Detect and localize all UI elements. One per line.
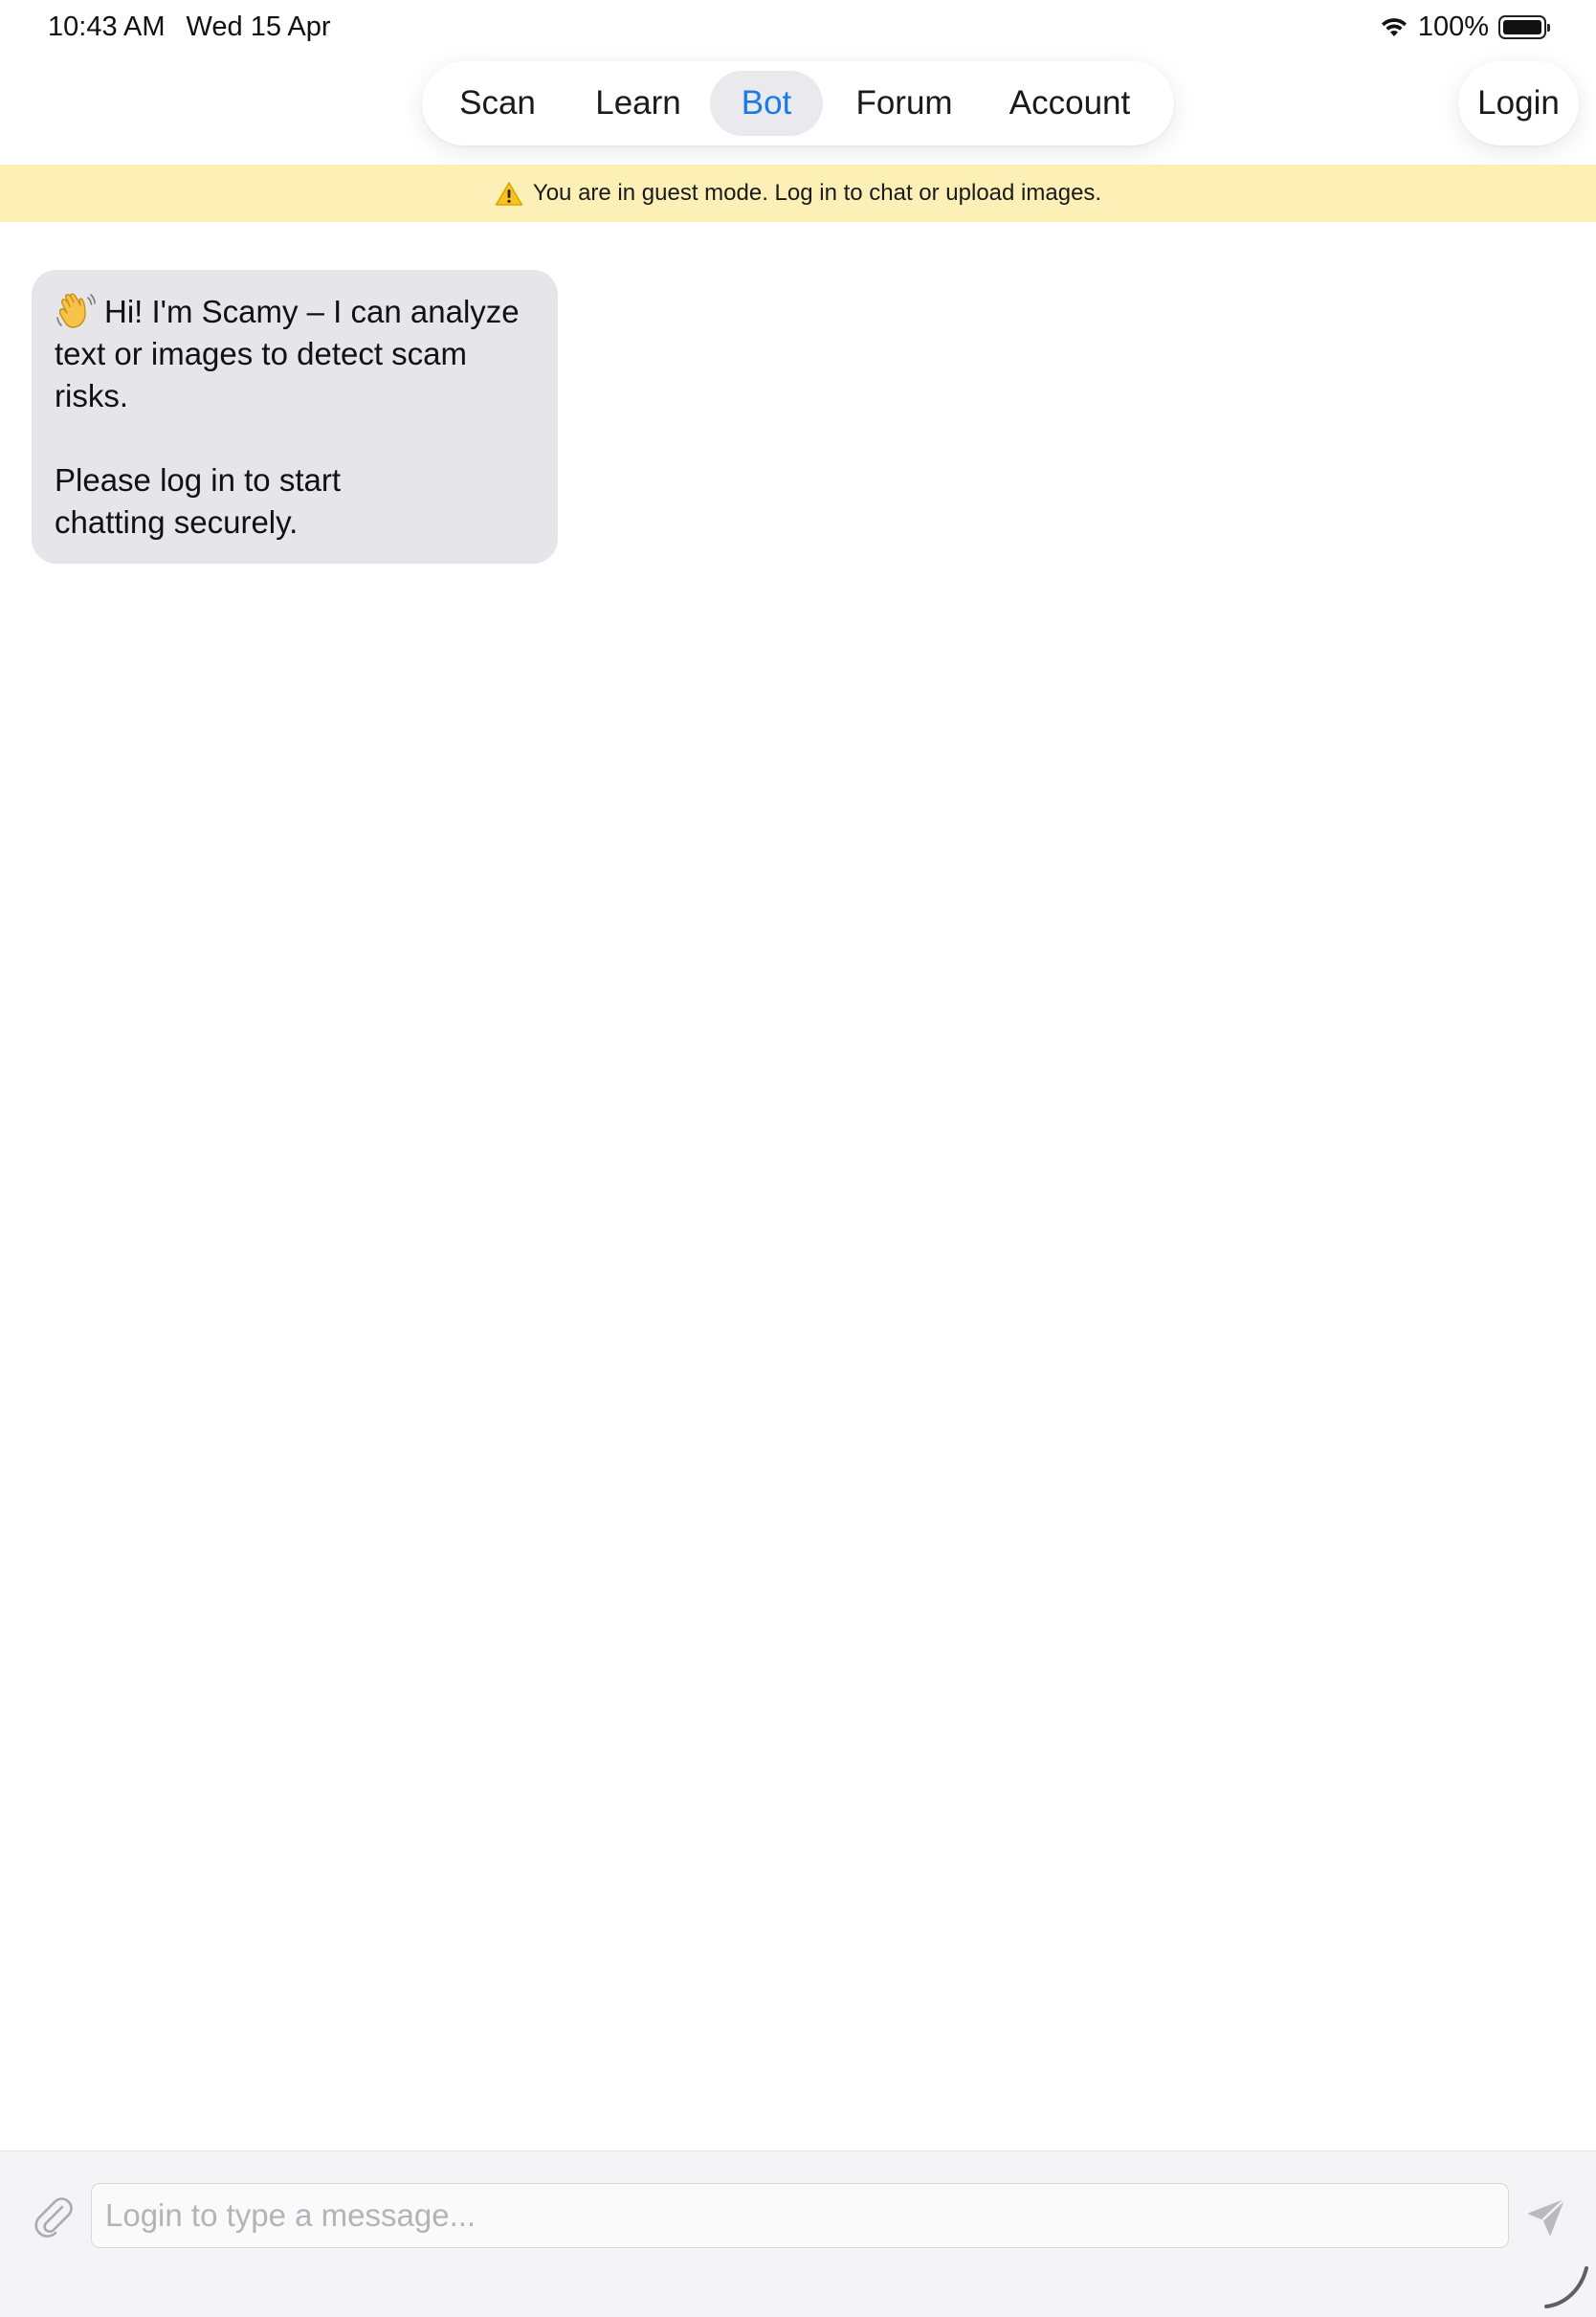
main-nav: Scan Learn Bot Forum Account <box>422 61 1174 145</box>
guest-mode-banner: You are in guest mode. Log in to chat or… <box>0 165 1596 222</box>
message-input[interactable] <box>91 2183 1509 2248</box>
bot-message-bubble: Hi! I'm Scamy – I can analyze text or im… <box>32 270 558 564</box>
status-left: 10:43 AM Wed 15 Apr <box>48 11 331 43</box>
bot-message-line-1: Hi! I'm Scamy – I can analyze text or im… <box>55 291 537 417</box>
bot-message-line-2: Please log in to start chatting securely… <box>55 462 341 540</box>
bot-message-text-1: Hi! I'm Scamy – I can analyze text or im… <box>55 294 520 413</box>
resize-handle-icon[interactable] <box>1542 2262 1590 2310</box>
warning-icon <box>495 181 523 207</box>
send-icon[interactable] <box>1525 2196 1567 2239</box>
status-time: 10:43 AM <box>48 11 166 42</box>
battery-icon <box>1498 15 1550 39</box>
tab-bot[interactable]: Bot <box>710 71 823 136</box>
message-composer <box>0 2150 1596 2317</box>
status-date: Wed 15 Apr <box>186 11 331 42</box>
login-button[interactable]: Login <box>1458 61 1579 145</box>
status-bar: 10:43 AM Wed 15 Apr 100% <box>0 0 1596 59</box>
tab-scan[interactable]: Scan <box>439 71 556 136</box>
tab-forum[interactable]: Forum <box>838 71 970 136</box>
wifi-icon <box>1380 16 1408 39</box>
tab-account[interactable]: Account <box>986 71 1153 136</box>
tab-learn[interactable]: Learn <box>576 71 700 136</box>
battery-percent: 100% <box>1417 11 1489 42</box>
waving-hand-icon <box>55 292 97 330</box>
paperclip-icon[interactable] <box>33 2194 75 2238</box>
guest-banner-text: You are in guest mode. Log in to chat or… <box>532 180 1102 206</box>
status-right: 100% <box>1380 11 1550 43</box>
